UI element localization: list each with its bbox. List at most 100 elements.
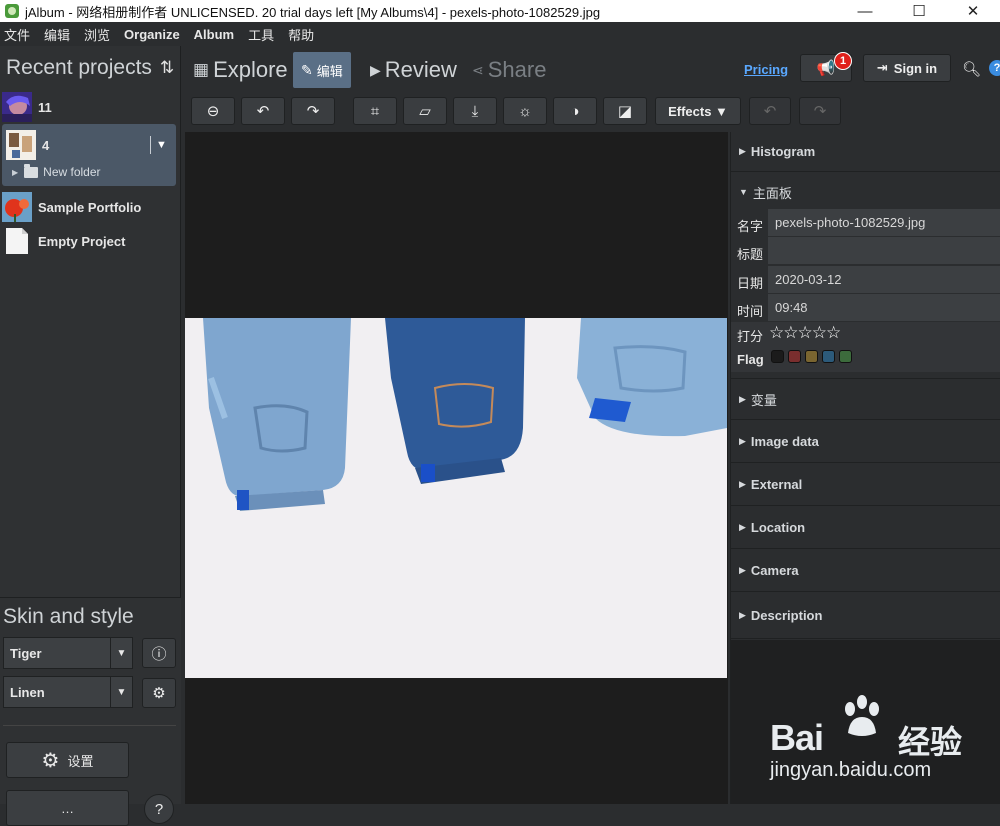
- tab-review[interactable]: ▶ Review: [370, 52, 457, 88]
- undo-button[interactable]: ↶: [749, 97, 791, 125]
- menu-album[interactable]: Album: [194, 27, 234, 42]
- flag-blue[interactable]: [822, 350, 835, 363]
- rotate-left-icon: ↶: [256, 103, 270, 120]
- menu-edit[interactable]: 编辑: [44, 25, 70, 44]
- flag-none[interactable]: [771, 350, 784, 363]
- skin-select[interactable]: Tiger ▼: [3, 637, 133, 669]
- zoom-out-button[interactable]: ⊖: [191, 97, 235, 125]
- tab-explore-label: Explore: [213, 57, 288, 82]
- pricing-link[interactable]: Pricing: [744, 62, 788, 77]
- skin-info-button[interactable]: ⓘ: [142, 638, 176, 668]
- effects-dropdown[interactable]: Effects ▼: [655, 97, 741, 125]
- paw-icon: [845, 695, 879, 736]
- project-item-sample-portfolio[interactable]: Sample Portfolio: [0, 190, 180, 224]
- notification-badge: 1: [834, 52, 852, 70]
- project-item-empty-project[interactable]: Empty Project: [0, 224, 180, 258]
- contrast-button[interactable]: ◑: [553, 97, 597, 125]
- section-description[interactable]: ▶ Description: [731, 593, 1000, 639]
- tab-share[interactable]: ⋖ Share: [472, 52, 546, 88]
- collapse-triangle-icon: ▼: [739, 187, 748, 197]
- project-item-11[interactable]: 11: [0, 90, 180, 124]
- date-field[interactable]: 2020-03-12: [768, 266, 1000, 293]
- expand-triangle-icon: ▶: [739, 393, 746, 404]
- menu-view[interactable]: 浏览: [84, 25, 110, 44]
- rotate-right-button[interactable]: ↷: [291, 97, 335, 125]
- menu-tools[interactable]: 工具: [248, 25, 274, 44]
- minimize-button[interactable]: —: [838, 3, 892, 20]
- name-field[interactable]: pexels-photo-1082529.jpg: [768, 209, 1000, 236]
- section-variables[interactable]: ▶ 变量: [731, 378, 1000, 420]
- expand-triangle-icon: ▶: [739, 522, 746, 532]
- expand-triangle-icon[interactable]: ▶: [12, 168, 18, 177]
- menu-help[interactable]: 帮助: [288, 25, 314, 44]
- menu-file[interactable]: 文件: [4, 25, 30, 44]
- section-label: Location: [750, 520, 806, 535]
- top-navigation: ▦ Explore ✎ 编辑 ▶ Review ⋖ Share Pricing …: [181, 46, 1000, 92]
- project-thumbnail: [6, 130, 36, 160]
- section-histogram[interactable]: ▶ Histogram: [731, 132, 1000, 172]
- rating-stars[interactable]: ☆☆☆☆☆: [769, 323, 841, 343]
- document-icon: [6, 228, 28, 254]
- divider: [3, 725, 176, 726]
- jalbum-logo-icon: [5, 4, 19, 18]
- adjust-button[interactable]: ☼: [503, 97, 547, 125]
- subfolder-item[interactable]: ▶ New folder: [6, 162, 172, 182]
- sun-icon: ☼: [518, 102, 532, 120]
- tab-review-label: Review: [384, 57, 457, 82]
- gear-icon: ⚙: [41, 749, 60, 772]
- section-label: External: [750, 477, 803, 492]
- sign-in-button[interactable]: ⇥ Sign in: [863, 54, 951, 82]
- exposure-button[interactable]: ◪: [603, 97, 647, 125]
- skin-settings-button[interactable]: ⚙: [142, 678, 176, 708]
- style-select[interactable]: Linen ▼: [3, 676, 133, 708]
- section-label: Camera: [750, 563, 799, 578]
- maximize-button[interactable]: ☐: [892, 2, 946, 20]
- flag-green[interactable]: [839, 350, 852, 363]
- watermark-brand-cn: 经验: [898, 724, 963, 760]
- crop-button[interactable]: ⌗: [353, 97, 397, 125]
- help-icon[interactable]: ?: [989, 60, 1000, 76]
- folder-icon: [24, 163, 39, 178]
- flag-red[interactable]: [788, 350, 801, 363]
- section-label: Description: [750, 608, 823, 623]
- download-button[interactable]: ⤓: [453, 97, 497, 125]
- menu-organize[interactable]: Organize: [124, 27, 180, 42]
- minus-circle-icon: ⊖: [206, 103, 220, 120]
- tray-download-icon: ⤓: [471, 102, 479, 120]
- settings-button[interactable]: ⚙ 设置: [6, 742, 129, 778]
- search-icon[interactable]: 🔍︎: [962, 60, 981, 78]
- chevron-down-icon[interactable]: ▼: [150, 136, 172, 154]
- photo-preview: [185, 318, 727, 678]
- time-field[interactable]: 09:48: [768, 294, 1000, 321]
- section-image-data[interactable]: ▶ Image data: [731, 421, 1000, 463]
- info-icon: ⓘ: [151, 645, 167, 663]
- tab-explore[interactable]: ▦ Explore: [193, 52, 288, 88]
- help-circle-button[interactable]: ?: [144, 794, 174, 824]
- skin-select-value: Tiger: [10, 645, 42, 661]
- rotate-left-button[interactable]: ↶: [241, 97, 285, 125]
- share-icon: ⋖: [472, 61, 484, 78]
- tab-edit[interactable]: ✎ 编辑: [293, 52, 351, 88]
- straighten-button[interactable]: ▱: [403, 97, 447, 125]
- make-album-label: …: [61, 800, 74, 816]
- crop-icon: ⌗: [370, 102, 380, 120]
- section-external[interactable]: ▶ External: [731, 464, 1000, 506]
- tab-share-label: Share: [487, 57, 547, 82]
- title-field[interactable]: [768, 237, 1000, 264]
- expand-triangle-icon: ▶: [739, 610, 746, 620]
- section-label: 主面板: [752, 185, 792, 201]
- sort-icon[interactable]: ⇅: [160, 58, 174, 78]
- close-button[interactable]: ✕: [946, 2, 1000, 20]
- undo-icon: ↶: [763, 103, 777, 120]
- redo-button[interactable]: ↷: [799, 97, 841, 125]
- project-item-4[interactable]: 4 ▼ ▶ New folder: [2, 124, 176, 186]
- project-thumbnail: [2, 192, 32, 222]
- expand-triangle-icon: ▶: [739, 146, 746, 156]
- image-canvas[interactable]: [185, 132, 728, 804]
- make-album-button[interactable]: …: [6, 790, 129, 826]
- section-location[interactable]: ▶ Location: [731, 507, 1000, 549]
- flag-yellow[interactable]: [805, 350, 818, 363]
- section-camera[interactable]: ▶ Camera: [731, 550, 1000, 592]
- time-label: 时间: [737, 304, 764, 319]
- section-main-panel[interactable]: ▼ 主面板: [731, 172, 1000, 212]
